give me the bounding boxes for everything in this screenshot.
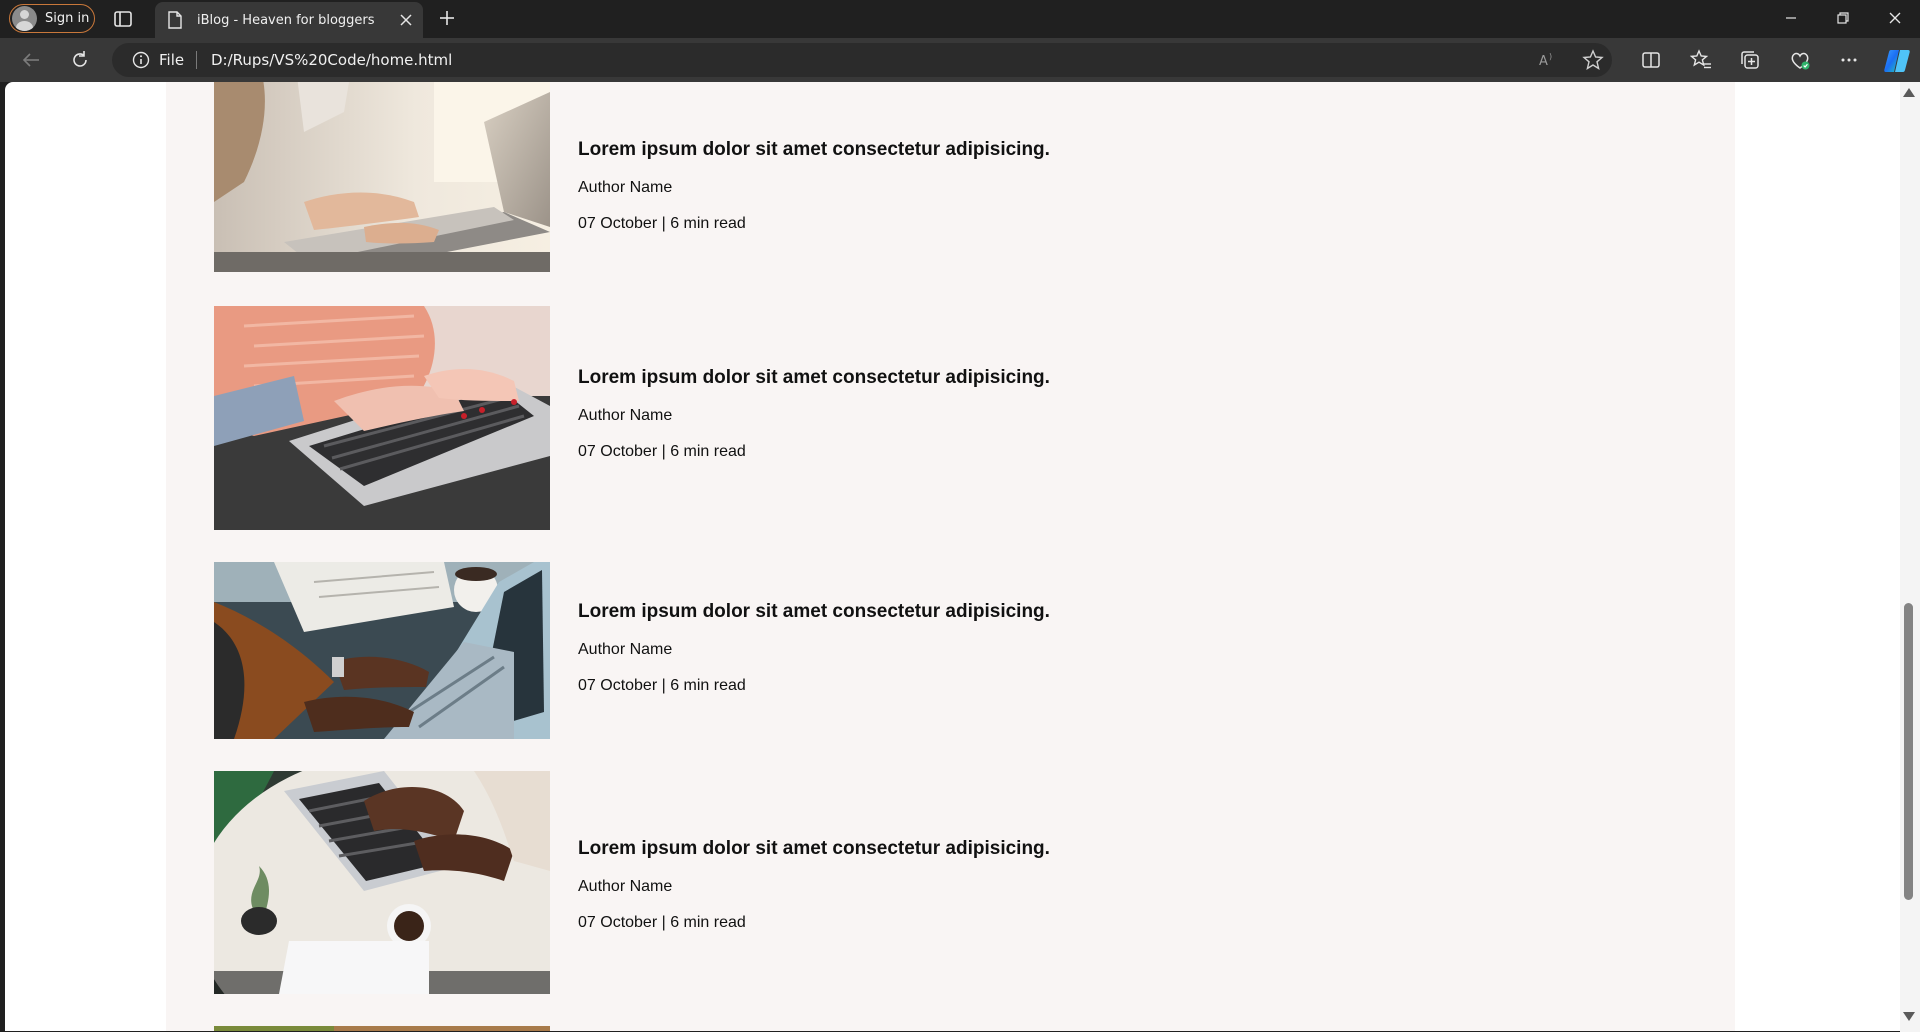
tab-active[interactable]: iBlog - Heaven for bloggers: [155, 2, 423, 38]
sign-in-button[interactable]: Sign in: [9, 4, 95, 33]
url-text[interactable]: D:/Rups/VS%20Code/home.html: [211, 51, 452, 69]
post-thumbnail[interactable]: [214, 562, 550, 739]
close-tab-icon[interactable]: [397, 11, 415, 29]
minimize-icon[interactable]: [1781, 8, 1801, 28]
blog-post[interactable]: Lorem ipsum dolor sit amet consectetur a…: [214, 306, 1214, 530]
scrollbar-thumb[interactable]: [1904, 603, 1913, 900]
browser-title-bar: Sign in iBlog - Heaven for bloggers: [0, 0, 1920, 38]
post-meta: 07 October | 6 min read: [578, 677, 746, 694]
post-author: Author Name: [578, 641, 673, 658]
scheme-label: File: [159, 51, 185, 69]
browser-toolbar: File D:/Rups/VS%20Code/home.html A ): [0, 38, 1920, 82]
page-icon: [168, 11, 182, 29]
post-title[interactable]: Lorem ipsum dolor sit amet consectetur a…: [578, 139, 1278, 161]
scroll-up-icon[interactable]: [1903, 88, 1915, 97]
post-author: Author Name: [578, 179, 673, 196]
copilot-icon[interactable]: [1883, 48, 1911, 74]
read-aloud-icon[interactable]: A ): [1538, 50, 1558, 70]
blog-post[interactable]: Lorem ipsum dolor sit amet consectetur a…: [214, 771, 1214, 994]
post-title[interactable]: Lorem ipsum dolor sit amet consectetur a…: [578, 601, 1278, 623]
blog-post-partial[interactable]: [214, 1026, 1214, 1031]
tab-actions-icon[interactable]: [112, 8, 134, 30]
avatar-icon: [12, 6, 37, 31]
svg-text:A: A: [1539, 54, 1548, 69]
post-author: Author Name: [578, 878, 673, 895]
page-viewport: Lorem ipsum dolor sit amet consectetur a…: [5, 82, 1900, 1031]
address-divider: [196, 51, 197, 69]
restore-icon[interactable]: [1833, 8, 1853, 28]
more-options-icon[interactable]: [1838, 49, 1860, 71]
scroll-down-icon[interactable]: [1903, 1012, 1915, 1021]
close-window-icon[interactable]: [1885, 8, 1905, 28]
post-thumbnail[interactable]: [214, 82, 550, 272]
post-thumbnail[interactable]: [214, 771, 550, 994]
collections-icon[interactable]: [1739, 49, 1761, 71]
blog-post[interactable]: Lorem ipsum dolor sit amet consectetur a…: [214, 562, 1214, 739]
post-meta: 07 October | 6 min read: [578, 215, 746, 232]
split-screen-icon[interactable]: [1640, 49, 1662, 71]
post-meta: 07 October | 6 min read: [578, 914, 746, 931]
post-thumbnail[interactable]: [214, 306, 550, 530]
blog-container: Lorem ipsum dolor sit amet consectetur a…: [166, 82, 1735, 1031]
post-thumbnail[interactable]: [214, 1026, 550, 1031]
refresh-icon[interactable]: [69, 49, 91, 71]
back-arrow-icon[interactable]: [20, 49, 42, 71]
info-icon[interactable]: [132, 51, 150, 69]
favorite-star-icon[interactable]: [1582, 49, 1604, 71]
post-title[interactable]: Lorem ipsum dolor sit amet consectetur a…: [578, 367, 1278, 389]
tab-title: iBlog - Heaven for bloggers: [197, 12, 375, 28]
favorites-icon[interactable]: [1690, 49, 1712, 71]
browser-essentials-icon[interactable]: [1789, 49, 1811, 71]
blog-post[interactable]: Lorem ipsum dolor sit amet consectetur a…: [214, 82, 1214, 272]
sign-in-label: Sign in: [45, 11, 90, 26]
new-tab-icon[interactable]: [437, 8, 457, 28]
post-author: Author Name: [578, 407, 673, 424]
svg-text:): ): [1549, 52, 1552, 61]
address-bar[interactable]: File D:/Rups/VS%20Code/home.html A ): [112, 43, 1612, 77]
post-title[interactable]: Lorem ipsum dolor sit amet consectetur a…: [578, 838, 1278, 860]
post-meta: 07 October | 6 min read: [578, 443, 746, 460]
